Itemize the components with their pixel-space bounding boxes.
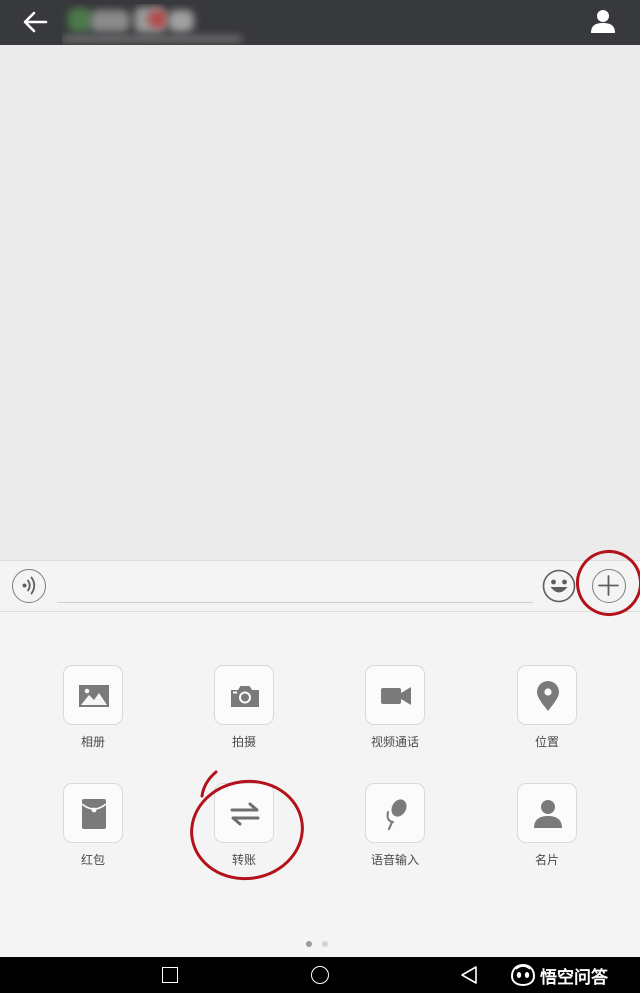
watermark: 悟空问答	[510, 962, 608, 988]
transfer-arrows-icon	[230, 802, 260, 826]
system-nav-bar: 悟空问答	[0, 957, 640, 993]
microphone-icon	[386, 799, 407, 830]
feature-label: 名片	[534, 853, 559, 867]
more-functions-panel: 相册 拍摄 视频通话 位置 红包 转账 语音输入 名片	[0, 612, 640, 957]
recent-apps-button[interactable]	[162, 967, 178, 983]
page-dot	[322, 941, 328, 947]
red-packet-icon	[81, 799, 107, 829]
arrow-left-icon	[23, 11, 48, 33]
video-camera-icon	[381, 687, 411, 705]
feature-label: 拍摄	[231, 735, 256, 749]
feature-album[interactable]: 相册	[48, 665, 138, 750]
feature-label: 语音输入	[370, 853, 419, 867]
video-call-tile[interactable]	[365, 665, 425, 725]
album-tile[interactable]	[63, 665, 123, 725]
feature-red-packet[interactable]: 红包	[48, 783, 138, 868]
feature-label: 转账	[231, 853, 256, 867]
smiley-icon	[542, 569, 576, 603]
image-icon	[79, 685, 109, 707]
emoji-button[interactable]	[542, 569, 576, 603]
back-button[interactable]	[20, 8, 50, 36]
feature-voice-input[interactable]: 语音输入	[350, 783, 440, 868]
contact-card-tile[interactable]	[517, 783, 577, 843]
contact-name	[62, 4, 247, 48]
voice-input-tile[interactable]	[365, 783, 425, 843]
feature-label: 位置	[534, 735, 559, 749]
message-input[interactable]	[57, 569, 533, 603]
contact-card-icon	[534, 800, 562, 828]
page-dot-active	[306, 941, 312, 947]
chat-info-button[interactable]	[590, 8, 616, 34]
camera-tile[interactable]	[214, 665, 274, 725]
camera-icon	[231, 686, 259, 707]
header-bar	[0, 0, 640, 45]
voice-mode-button[interactable]	[12, 569, 46, 603]
location-pin-icon	[537, 681, 559, 711]
feature-contact-card[interactable]: 名片	[502, 783, 592, 868]
plus-icon	[598, 575, 619, 596]
red-packet-tile[interactable]	[63, 783, 123, 843]
feature-label: 视频通话	[370, 735, 419, 749]
wukong-logo-icon	[510, 963, 536, 987]
annotation-stroke	[200, 770, 218, 798]
more-functions-button[interactable]	[592, 569, 626, 603]
feature-video-call[interactable]: 视频通话	[350, 665, 440, 750]
page-indicator	[306, 932, 338, 951]
feature-label: 相册	[80, 735, 105, 749]
system-back-button[interactable]	[460, 965, 478, 989]
location-tile[interactable]	[517, 665, 577, 725]
voice-wave-icon	[22, 576, 36, 595]
feature-camera[interactable]: 拍摄	[199, 665, 289, 750]
message-list[interactable]	[0, 45, 640, 560]
triangle-back-icon	[461, 966, 477, 984]
watermark-text: 悟空问答	[540, 967, 608, 988]
home-button[interactable]	[311, 966, 329, 984]
input-bar	[0, 560, 640, 612]
feature-location[interactable]: 位置	[502, 665, 592, 750]
feature-label: 红包	[80, 853, 105, 867]
person-icon	[591, 10, 615, 33]
